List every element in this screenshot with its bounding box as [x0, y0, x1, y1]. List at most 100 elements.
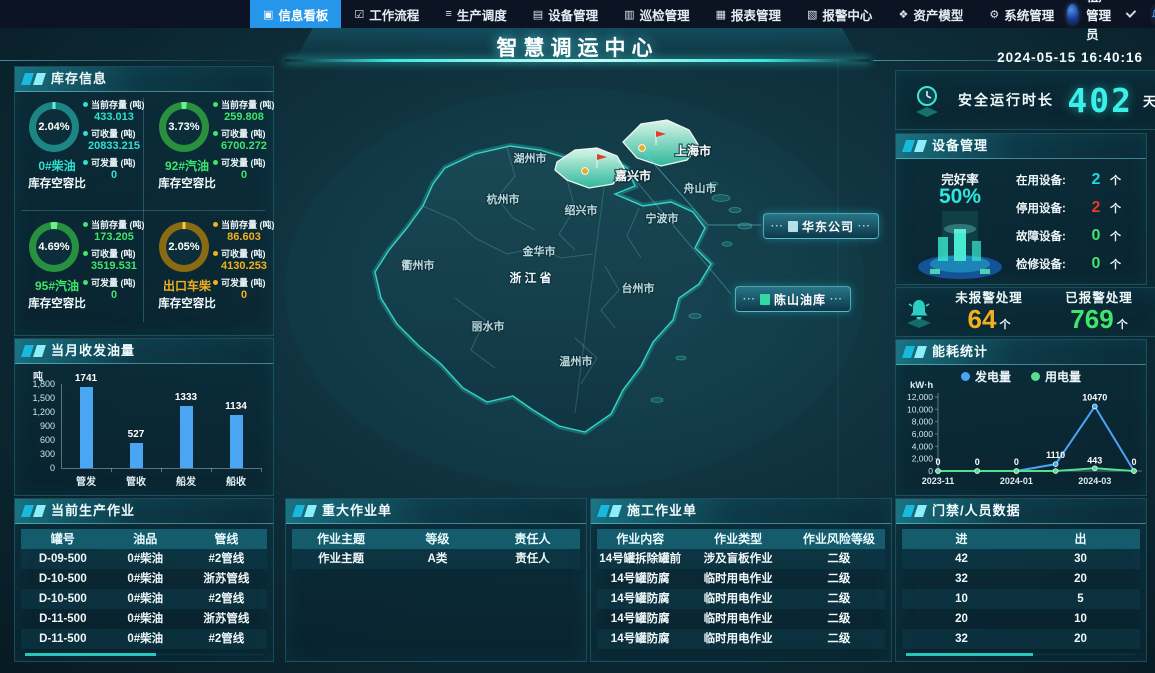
- nav-item-production-dispatch[interactable]: ≡生产调度: [432, 0, 519, 28]
- column-header: 作业类型: [683, 529, 792, 549]
- map-callout-huadong[interactable]: ···华东公司···: [763, 213, 879, 239]
- y-axis-tick-label: 1,500: [17, 393, 55, 403]
- nav-spacer: [0, 0, 250, 28]
- table-row: D-10-5000#柴油#2管线: [21, 589, 267, 609]
- site-marker-icon[interactable]: [639, 145, 646, 152]
- data-point-label: 10470: [1082, 392, 1107, 402]
- bar: [180, 406, 193, 468]
- y-axis-tick-label: 1,200: [17, 407, 55, 417]
- energy-unit-label: kW·h: [910, 380, 933, 391]
- device-stat-label: 在用设备:: [1016, 172, 1082, 188]
- device-rate-value: 50%: [914, 185, 1006, 209]
- table-cell: 作业主题: [292, 549, 390, 569]
- inventory-card: 2.04%0#柴油库存空容比当前存量 (吨)433.013可收量 (吨)2083…: [15, 94, 141, 208]
- table-cell: #2管线: [186, 549, 267, 569]
- legend-label: 发电量: [975, 368, 1011, 385]
- divider: [21, 210, 265, 211]
- workflow-icon: ☑: [354, 8, 364, 21]
- inventory-stat: 可发量 (吨)0: [83, 276, 141, 301]
- scrollbar-thumb[interactable]: [25, 653, 156, 656]
- scrollbar-thumb[interactable]: [906, 653, 1033, 656]
- y-axis-line: [61, 384, 62, 468]
- bar: [230, 415, 243, 468]
- table-header-row: 罐号油品管线: [21, 529, 267, 549]
- access-data-panel: 门禁/人员数据 进出4230322010520103220: [895, 498, 1147, 662]
- inventory-stat: 可发量 (吨)0: [213, 276, 271, 301]
- table-cell: #2管线: [186, 629, 267, 649]
- report-mgmt-icon: ▦: [716, 8, 726, 21]
- monthly-volume-panel-title: 当月收发油量: [51, 343, 135, 358]
- y-axis-tick-label: 600: [17, 435, 55, 445]
- safety-runtime-card: 安全运行时长 402 天: [895, 70, 1155, 130]
- data-point-label: 1110: [1046, 450, 1065, 460]
- bell-icon: [1150, 8, 1155, 21]
- user-area: 租户管理员: [1067, 0, 1155, 28]
- nav-item-alarm-center[interactable]: ▧报警中心: [794, 0, 885, 28]
- inventory-panel: 库存信息 2.04%0#柴油库存空容比当前存量 (吨)433.013可收量 (吨…: [14, 66, 274, 336]
- device-stat-unit: 个: [1110, 172, 1121, 188]
- legend-label: 用电量: [1045, 368, 1081, 385]
- stat-label: 当前存量 (吨): [91, 218, 145, 231]
- inventory-stat: 可收量 (吨)4130.253: [213, 247, 271, 272]
- table-row: 2010: [902, 609, 1140, 629]
- line-series: [938, 406, 1134, 471]
- avatar[interactable]: [1067, 4, 1078, 24]
- building-icon: [788, 221, 798, 232]
- device-stat-label: 停用设备:: [1016, 200, 1082, 216]
- data-point: [1053, 462, 1058, 467]
- nav-item-info-board[interactable]: ▣信息看板: [250, 0, 341, 28]
- table-row: D-09-5000#柴油#2管线: [21, 549, 267, 569]
- access-data-table: 进出4230322010520103220: [896, 529, 1146, 649]
- user-name[interactable]: 租户管理员: [1086, 0, 1120, 43]
- horizontal-scrollbar[interactable]: [25, 653, 263, 656]
- stat-label: 可收量 (吨): [221, 127, 266, 140]
- device-stat-label: 检修设备:: [1016, 256, 1082, 272]
- alarm-summary-card: 未报警处理 64个 已报警处理 769个: [895, 287, 1155, 337]
- stat-value: 0: [213, 169, 271, 181]
- inventory-donut: 3.73%: [159, 102, 209, 152]
- chevron-down-icon[interactable]: [1126, 7, 1136, 17]
- energy-stats-panel: 能耗统计 发电量用电量 kW·h 02,0004,0006,0008,00010…: [895, 339, 1147, 496]
- column-header: 责任人: [485, 529, 580, 549]
- nav-item-system-mgmt[interactable]: ⚙系统管理: [976, 0, 1067, 28]
- alarm-center-icon: ▧: [807, 8, 817, 21]
- nav-item-workflow[interactable]: ☑ 工作流程: [341, 0, 432, 28]
- stat-value: 0: [213, 289, 271, 301]
- table-cell: D-10-500: [21, 569, 105, 589]
- nav-item-label: 报表管理: [731, 5, 781, 24]
- horizontal-scrollbar[interactable]: [906, 653, 1136, 656]
- nav-item-asset-model[interactable]: ❖资产模型: [885, 0, 976, 28]
- production-jobs-panel-title: 当前生产作业: [51, 503, 135, 518]
- y-axis-tick-label: 4,000: [912, 441, 934, 451]
- stat-bullet-icon: [213, 102, 218, 107]
- column-header: 进: [902, 529, 1021, 549]
- stat-value: 20833.215: [83, 140, 141, 152]
- major-jobs-panel-title: 重大作业单: [322, 503, 392, 518]
- legend-item[interactable]: 发电量: [961, 368, 1011, 385]
- legend-item[interactable]: 用电量: [1031, 368, 1081, 385]
- column-header: 作业风险等级: [793, 529, 885, 549]
- safety-runtime-value: 402: [1067, 81, 1133, 120]
- device-stat-value: 2: [1082, 171, 1110, 189]
- column-header: 管线: [186, 529, 267, 549]
- notification-bell-button[interactable]: [1150, 3, 1155, 25]
- title-band: 智慧调运中心: [0, 28, 1155, 66]
- table-rows: 4230322010520103220: [902, 549, 1140, 649]
- table-header-row: 作业主题等级责任人: [292, 529, 580, 549]
- nav-item-report-mgmt[interactable]: ▦ 报表管理: [703, 0, 794, 28]
- site-marker-icon[interactable]: [582, 168, 589, 175]
- stat-label-row: 当前存量 (吨): [213, 98, 271, 111]
- nav-item-device-mgmt[interactable]: ▤设备管理: [520, 0, 611, 28]
- stat-label: 可发量 (吨): [221, 276, 266, 289]
- bar-value-label: 1134: [211, 401, 261, 412]
- column-header: 作业主题: [292, 529, 390, 549]
- map-callout-chenshan[interactable]: ···陈山油库···: [735, 286, 851, 312]
- stat-label: 可发量 (吨): [221, 156, 266, 169]
- nav-item-inspection-mgmt[interactable]: ▥巡检管理: [611, 0, 702, 28]
- table-cell: 32: [902, 629, 1021, 649]
- nav-item-label: 工作流程: [369, 5, 419, 24]
- major-jobs-table: 作业主题等级责任人作业主题A类责任人: [286, 529, 586, 569]
- data-point-label: 443: [1087, 455, 1102, 465]
- table-cell: 20: [902, 609, 1021, 629]
- stat-bullet-icon: [213, 160, 218, 165]
